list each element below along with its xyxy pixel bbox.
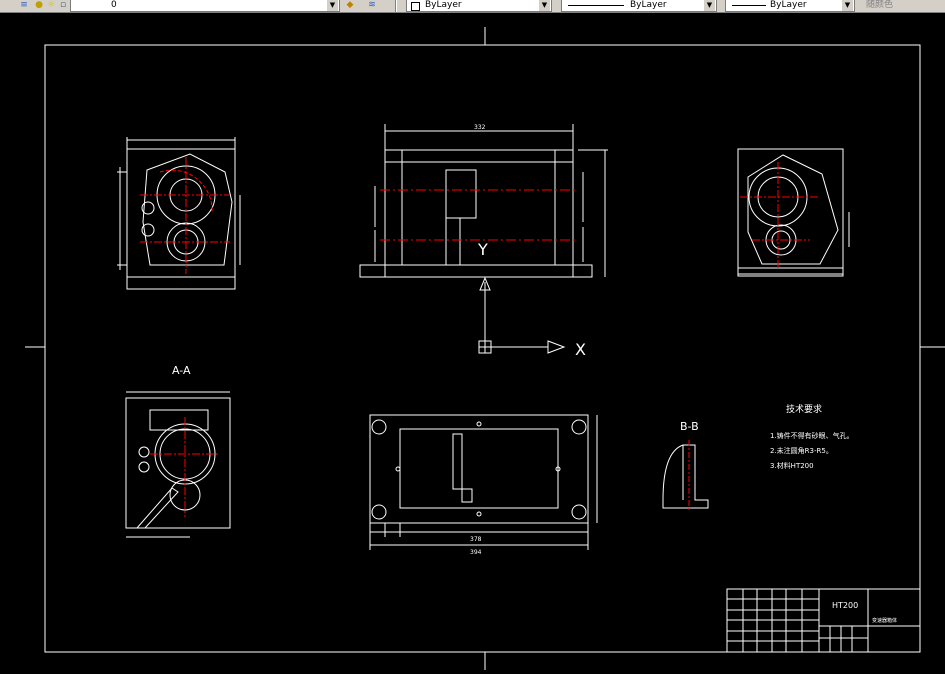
color-swatch xyxy=(411,2,420,11)
front-view-inner-dim: 378 xyxy=(470,536,482,543)
chevron-down-icon[interactable]: ▼ xyxy=(704,0,715,11)
right-view xyxy=(737,148,850,277)
tech-req-line: 2.未注圆角R3-R5。 xyxy=(770,446,833,455)
right-view-centerlines xyxy=(740,162,820,270)
section-aa-label: A-A xyxy=(172,364,191,377)
ucs-y-label: Y xyxy=(477,240,488,259)
title-block-name: 变速器箱体 xyxy=(872,617,897,624)
tech-req-line: 3.材料HT200 xyxy=(770,461,814,470)
section-aa-view xyxy=(125,391,231,538)
linetype-combo[interactable]: ByLayer ▼ xyxy=(561,0,717,12)
cad-drawing[interactable]: Y X 332 A-A 378 394 B-B 技术要求 1.铸件不得有砂眼、气… xyxy=(0,12,945,670)
section-aa-centerlines xyxy=(150,417,220,517)
title-block-material: HT200 xyxy=(832,601,858,610)
light-bulb-icon[interactable]: ● xyxy=(33,0,45,11)
chevron-down-icon[interactable]: ▼ xyxy=(842,0,853,11)
front-view xyxy=(369,414,598,550)
color-combo[interactable]: ByLayer ▼ xyxy=(406,0,552,12)
make-object-layer-current-icon[interactable]: ◆ xyxy=(344,0,356,11)
left-view xyxy=(117,137,241,290)
separator xyxy=(395,0,397,12)
top-view-centerlines xyxy=(380,189,578,241)
lock-icon[interactable]: ▫ xyxy=(57,0,69,11)
layer-previous-icon[interactable]: ≋ xyxy=(366,0,378,11)
chevron-down-icon[interactable]: ▼ xyxy=(539,0,550,11)
plotstyle-combo[interactable]: 随颜色 xyxy=(862,0,945,12)
layer-manager-icon[interactable]: ≡ xyxy=(18,0,30,11)
lineweight-combo[interactable]: ByLayer ▼ xyxy=(725,0,855,12)
drawing-area[interactable]: Y X 332 A-A 378 394 B-B 技术要求 1.铸件不得有砂眼、气… xyxy=(0,12,945,670)
section-bb-view xyxy=(662,444,709,509)
ucs-x-label: X xyxy=(575,340,586,359)
tech-req-line: 1.铸件不得有砂眼、气孔。 xyxy=(770,431,854,440)
tech-req-title: 技术要求 xyxy=(786,403,822,415)
sun-icon[interactable]: ☼ xyxy=(45,0,57,11)
left-view-centerlines xyxy=(140,157,230,274)
linetype-sample xyxy=(568,5,624,6)
drawing-frame xyxy=(44,44,921,653)
layer-combo[interactable]: 0 ▼ xyxy=(70,0,340,12)
section-bb-label: B-B xyxy=(680,420,699,433)
lineweight-sample xyxy=(732,5,766,6)
top-view-width-dim: 332 xyxy=(474,124,486,131)
front-view-outer-dim: 394 xyxy=(470,549,482,556)
ucs-icon xyxy=(478,276,566,354)
chevron-down-icon[interactable]: ▼ xyxy=(327,0,338,11)
